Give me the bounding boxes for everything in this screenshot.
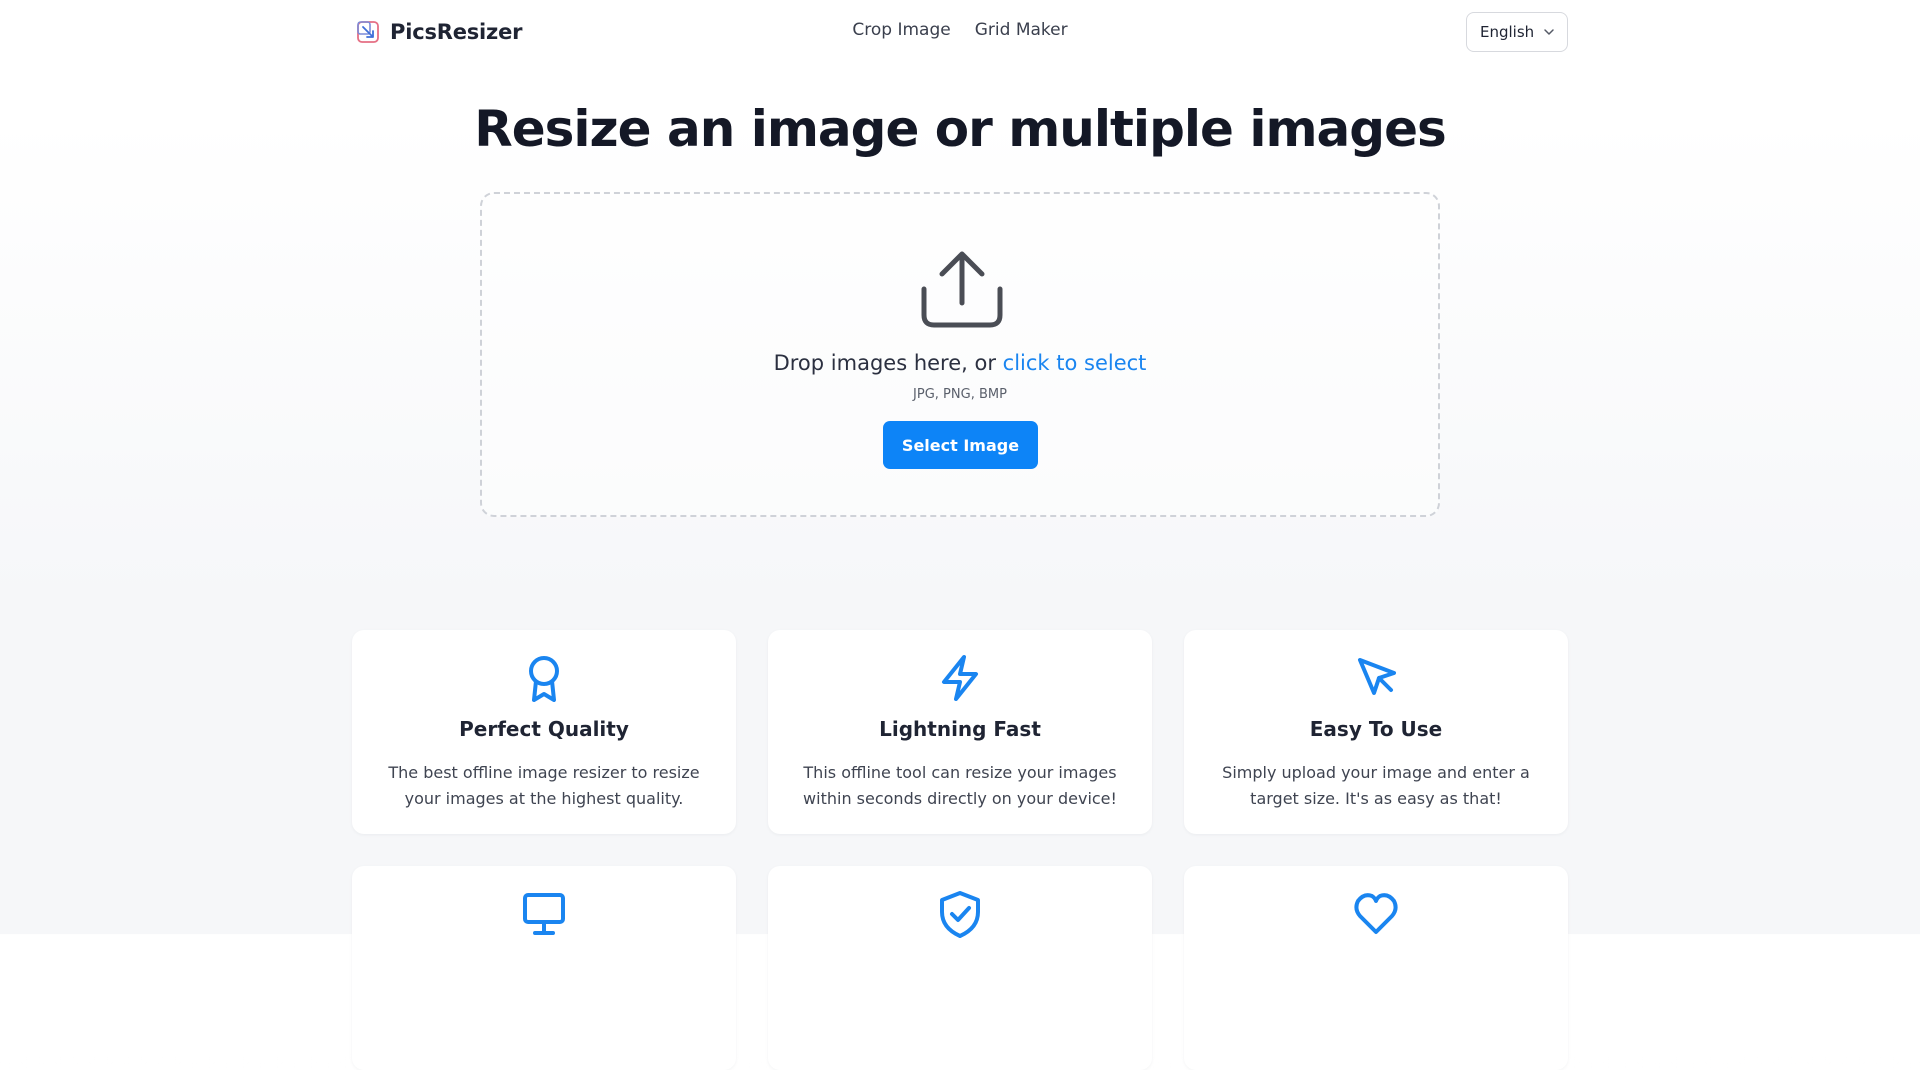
feature-card-easy-to-use: Easy To Use Simply upload your image and… bbox=[1184, 630, 1568, 834]
feature-title: Perfect Quality bbox=[459, 717, 629, 741]
supported-formats: JPG, PNG, BMP bbox=[913, 387, 1007, 402]
dropzone-text: Drop images here, or bbox=[773, 351, 1003, 375]
feature-description: Simply upload your image and enter a tar… bbox=[1222, 763, 1530, 808]
click-to-select-link[interactable]: click to select bbox=[1003, 351, 1147, 375]
feature-description: This offline tool can resize your images… bbox=[803, 763, 1117, 808]
feature-card-6 bbox=[1184, 866, 1568, 1070]
award-icon bbox=[529, 656, 559, 702]
dropzone-instructions: Drop images here, or click to select bbox=[482, 351, 1438, 375]
select-image-button[interactable]: Select Image bbox=[883, 421, 1038, 469]
nav-link-grid-maker[interactable]: Grid Maker bbox=[975, 20, 1068, 40]
site-header: PicsResizer Crop Image Grid Maker Englis… bbox=[0, 0, 1920, 64]
cursor-icon bbox=[1358, 658, 1396, 695]
heart-icon bbox=[1354, 893, 1398, 934]
shield-check-icon bbox=[940, 891, 980, 938]
feature-card-lightning-fast: Lightning Fast This offline tool can res… bbox=[768, 630, 1152, 834]
page-title: Resize an image or multiple images bbox=[474, 100, 1447, 158]
language-select-value: English bbox=[1480, 23, 1535, 41]
feature-card-perfect-quality: Perfect Quality The best offline image r… bbox=[352, 630, 736, 834]
main-nav: Crop Image Grid Maker bbox=[0, 20, 1920, 40]
feature-title: Lightning Fast bbox=[879, 717, 1041, 741]
language-select[interactable]: English bbox=[1466, 12, 1568, 52]
lightning-icon bbox=[942, 655, 978, 701]
nav-link-crop-image[interactable]: Crop Image bbox=[852, 20, 950, 40]
image-dropzone[interactable]: Drop images here, or click to select JPG… bbox=[480, 192, 1440, 517]
feature-description: The best offline image resizer to resize… bbox=[388, 763, 700, 808]
feature-title: Easy To Use bbox=[1309, 717, 1443, 741]
feature-card-4 bbox=[352, 866, 736, 1070]
chevron-down-icon bbox=[1544, 29, 1554, 35]
monitor-icon bbox=[523, 893, 565, 935]
upload-icon bbox=[921, 251, 1003, 328]
feature-card-5 bbox=[768, 866, 1152, 1070]
